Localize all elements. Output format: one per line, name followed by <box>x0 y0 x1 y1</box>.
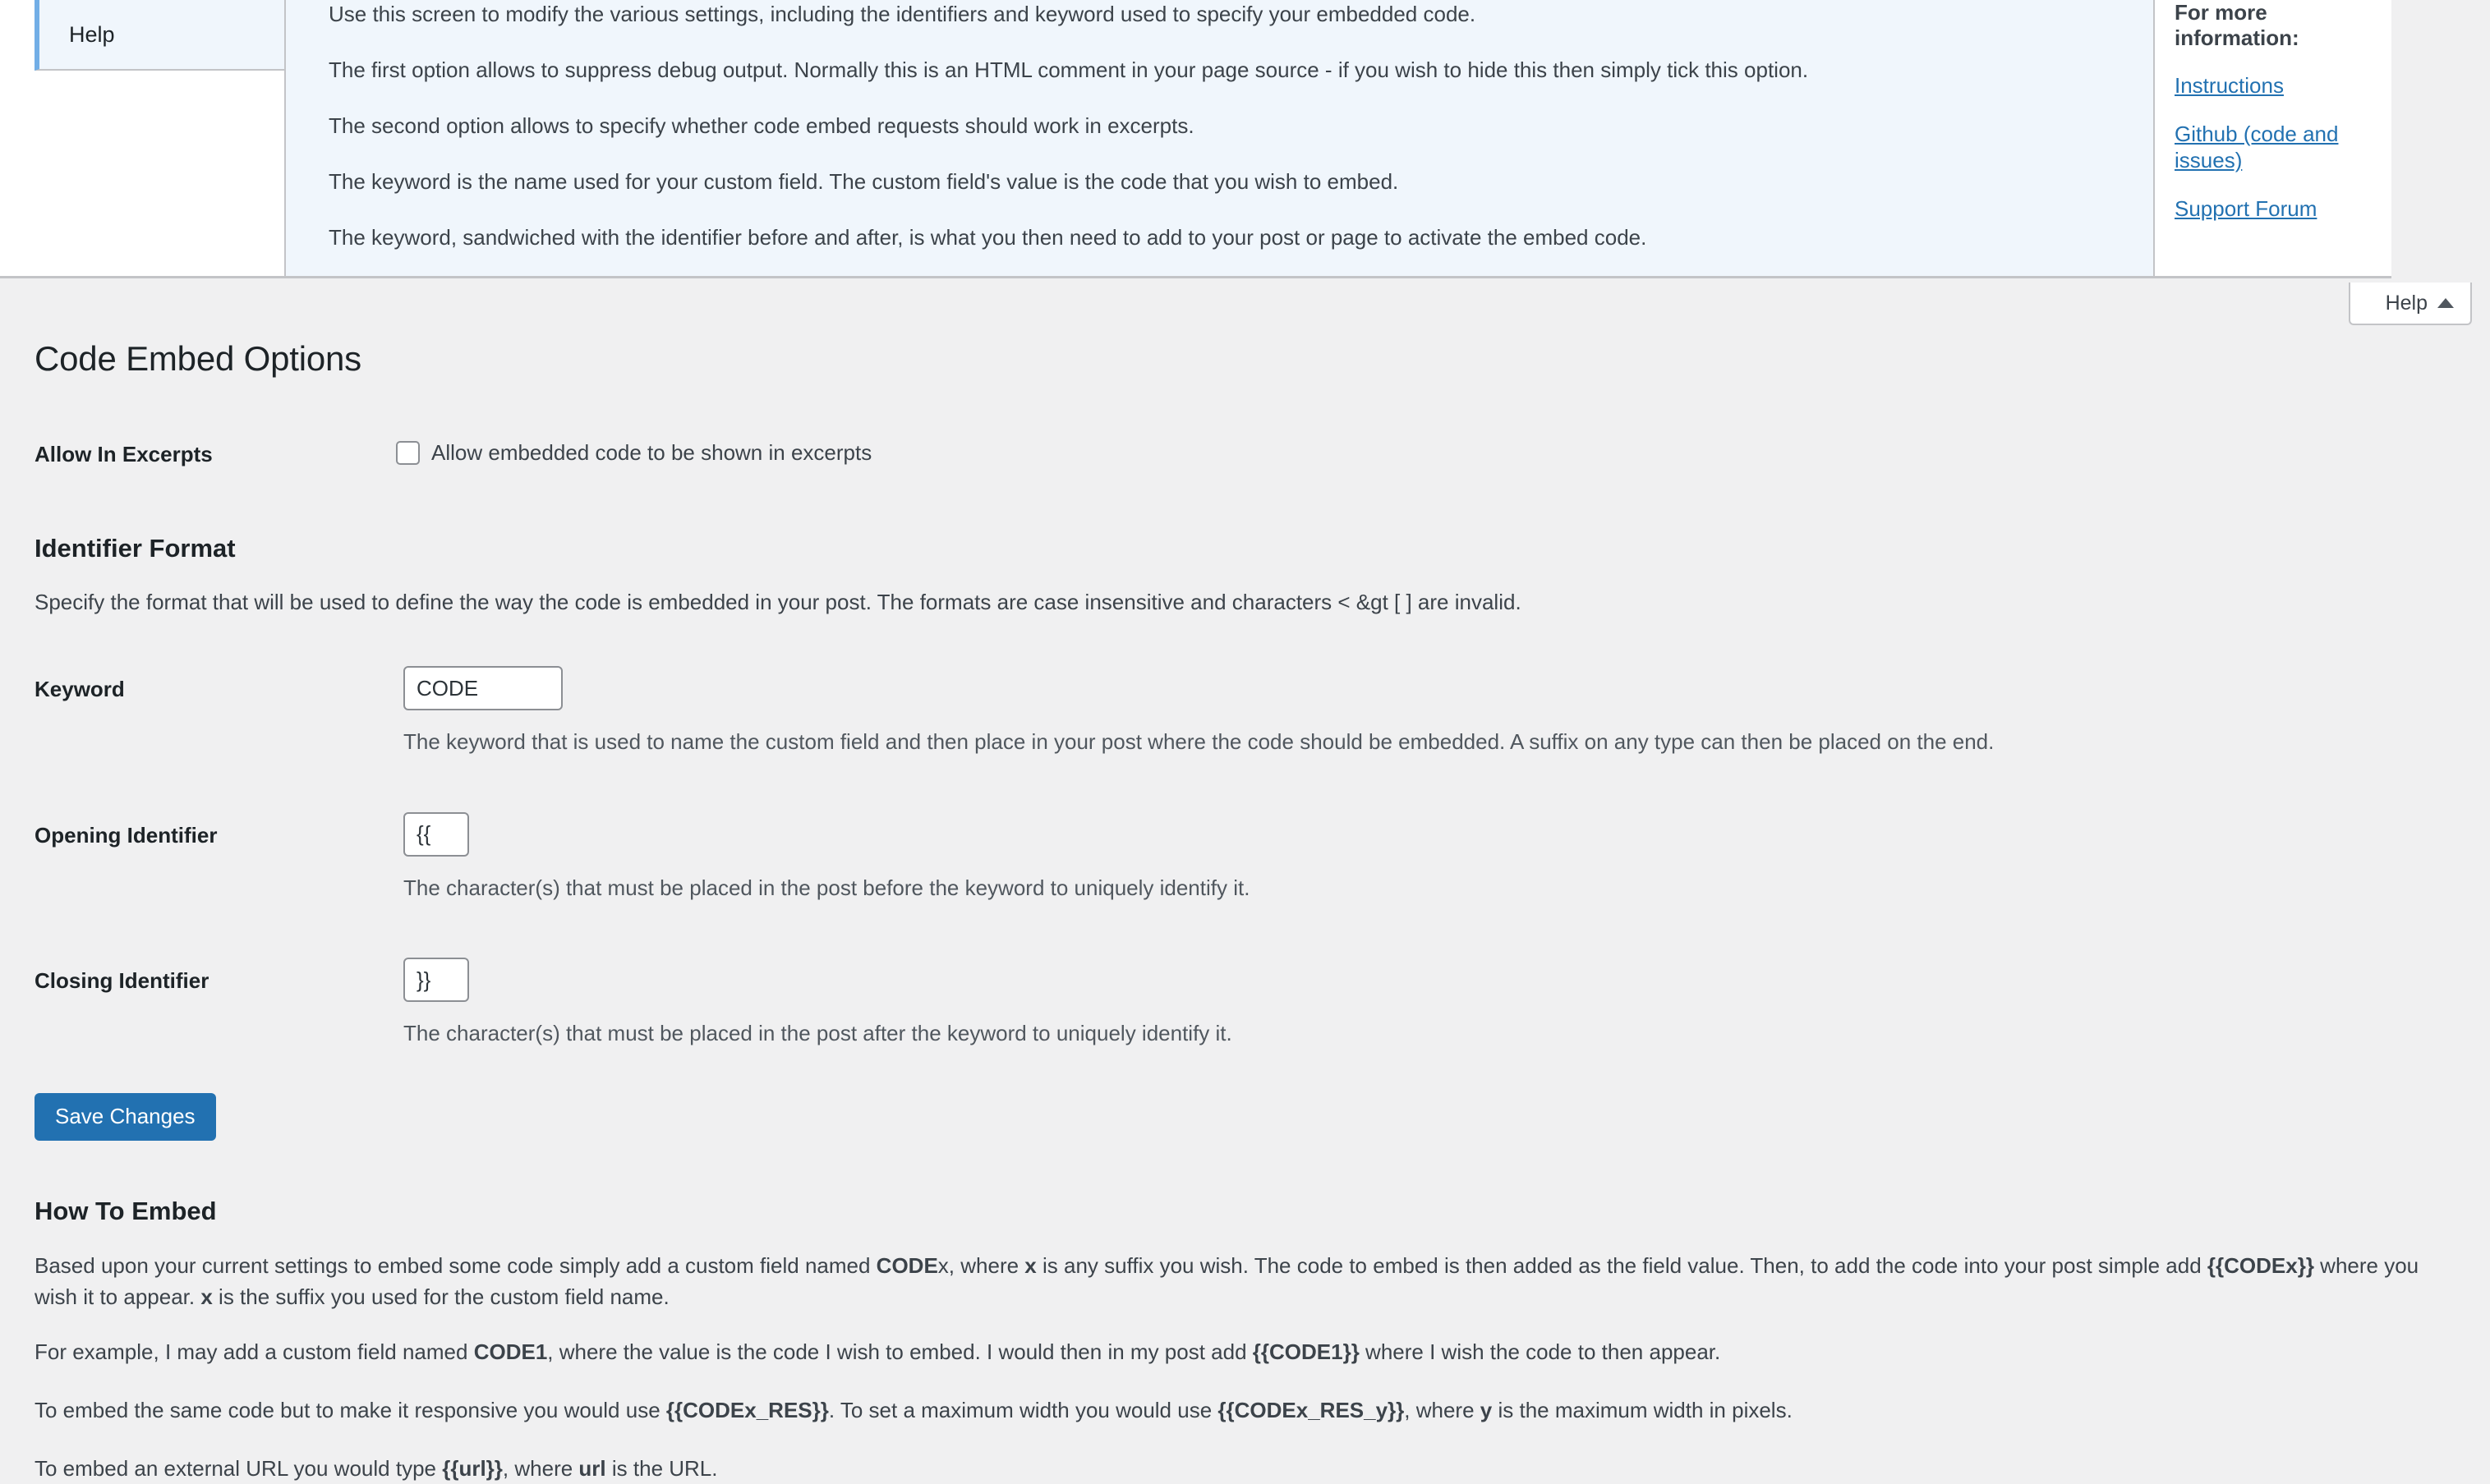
text-fragment: x <box>200 1284 213 1309</box>
how-to-embed-heading: How To Embed <box>35 1196 217 1225</box>
closing-identifier-input[interactable] <box>403 958 469 1003</box>
help-paragraph-5: The keyword, sandwiched with the identif… <box>329 225 1647 250</box>
opening-identifier-label: Opening Identifier <box>35 822 218 848</box>
text-fragment: {{CODEx}} <box>2207 1252 2314 1278</box>
help-paragraph-1: Use this screen to modify the various se… <box>329 2 1476 26</box>
text-fragment: For example, I may add a custom field na… <box>35 1339 474 1365</box>
text-fragment: is the maximum width in pixels. <box>1492 1398 1793 1422</box>
how-to-embed-paragraph-4: To embed an external URL you would type … <box>35 1454 2455 1484</box>
keyword-description: The keyword that is used to name the cus… <box>403 729 1995 755</box>
text-fragment: CODE <box>876 1252 938 1278</box>
text-fragment: To embed an external URL you would type <box>35 1455 443 1481</box>
help-paragraph-3: The second option allows to specify whet… <box>329 113 1194 139</box>
opening-identifier-input[interactable] <box>403 811 469 857</box>
text-fragment: , where <box>1404 1398 1480 1422</box>
table-row: Allow In Excerpts Allow embedded code to… <box>35 382 2455 467</box>
allow-in-excerpts-label: Allow In Excerpts <box>35 441 213 466</box>
text-fragment: {{url}} <box>442 1455 503 1481</box>
excerpt-option-table: Allow In Excerpts Allow embedded code to… <box>35 382 2455 467</box>
keyword-input[interactable] <box>403 666 563 711</box>
how-to-embed-paragraph-1: Based upon your current settings to embe… <box>35 1251 2455 1312</box>
text-fragment: , where the value is the code I wish to … <box>547 1339 1253 1365</box>
text-fragment: Based upon your current settings to embe… <box>35 1252 877 1278</box>
chevron-up-icon <box>2437 298 2454 308</box>
help-toggle-label: Help <box>2385 291 2428 315</box>
text-fragment: To embed the same code but to make it re… <box>35 1398 666 1422</box>
help-tab-help[interactable]: Help <box>35 0 286 71</box>
text-fragment: {{CODEx_RES}} <box>665 1398 829 1422</box>
text-fragment: y <box>1480 1398 1493 1422</box>
allow-in-excerpts-checkbox[interactable] <box>396 440 420 465</box>
opening-identifier-description: The character(s) that must be placed in … <box>403 875 1250 900</box>
text-fragment: x, where <box>937 1252 1025 1278</box>
help-tab-label: Help <box>69 21 115 47</box>
save-changes-button[interactable]: Save Changes <box>35 1093 216 1141</box>
allow-in-excerpts-row[interactable]: Allow embedded code to be shown in excer… <box>396 440 2455 466</box>
help-link-github[interactable]: Github (code and issues) <box>2175 121 2367 174</box>
text-fragment: is the URL. <box>605 1455 718 1481</box>
identifier-format-description: Specify the format that will be used to … <box>35 589 1521 614</box>
help-link-instructions[interactable]: Instructions <box>2175 72 2367 99</box>
allow-in-excerpts-checkbox-label: Allow embedded code to be shown in excer… <box>431 439 872 465</box>
how-to-embed-paragraph-3: To embed the same code but to make it re… <box>35 1395 2455 1427</box>
text-fragment: x <box>1024 1252 1037 1278</box>
text-fragment: {{CODEx_RES_y}} <box>1217 1398 1405 1422</box>
save-button-wrapper: Save Changes <box>35 1093 2455 1141</box>
table-row: Closing Identifier The character(s) that… <box>35 903 2455 1048</box>
text-fragment: where I wish the code to then appear. <box>1359 1339 1721 1365</box>
main-content: Code Embed Options Allow In Excerpts All… <box>0 313 2490 1484</box>
text-fragment: . To set a maximum width you would use <box>828 1398 1218 1422</box>
help-tab-list: Help <box>35 0 286 276</box>
help-sidebar: For more information: Instructions Githu… <box>2153 0 2391 276</box>
table-row: Opening Identifier The character(s) that… <box>35 757 2455 903</box>
text-fragment: CODE1 <box>473 1339 548 1365</box>
help-sidebar-title: For more information: <box>2175 0 2299 50</box>
help-link-support-forum[interactable]: Support Forum <box>2175 195 2367 223</box>
keyword-label: Keyword <box>35 677 125 702</box>
help-panel: Help Use this screen to modify the vario… <box>0 0 2391 278</box>
help-paragraph-4: The keyword is the name used for your cu… <box>329 169 1399 195</box>
help-content: Use this screen to modify the various se… <box>286 0 2153 276</box>
text-fragment: url <box>578 1455 606 1481</box>
page-title: Code Embed Options <box>35 339 361 378</box>
identifier-format-table: Keyword The keyword that is used to name… <box>35 617 2455 1048</box>
text-fragment: is the suffix you used for the custom fi… <box>212 1284 670 1309</box>
text-fragment: {{CODE1}} <box>1252 1339 1360 1365</box>
text-fragment: , where <box>502 1455 579 1481</box>
table-row: Keyword The keyword that is used to name… <box>35 617 2455 756</box>
text-fragment: is any suffix you wish. The code to embe… <box>1036 1252 2207 1278</box>
identifier-format-heading: Identifier Format <box>35 533 236 563</box>
closing-identifier-description: The character(s) that must be placed in … <box>403 1021 1232 1046</box>
closing-identifier-label: Closing Identifier <box>35 968 209 994</box>
how-to-embed-paragraph-2: For example, I may add a custom field na… <box>35 1337 2455 1368</box>
help-paragraph-2: The first option allows to suppress debu… <box>329 57 1809 83</box>
